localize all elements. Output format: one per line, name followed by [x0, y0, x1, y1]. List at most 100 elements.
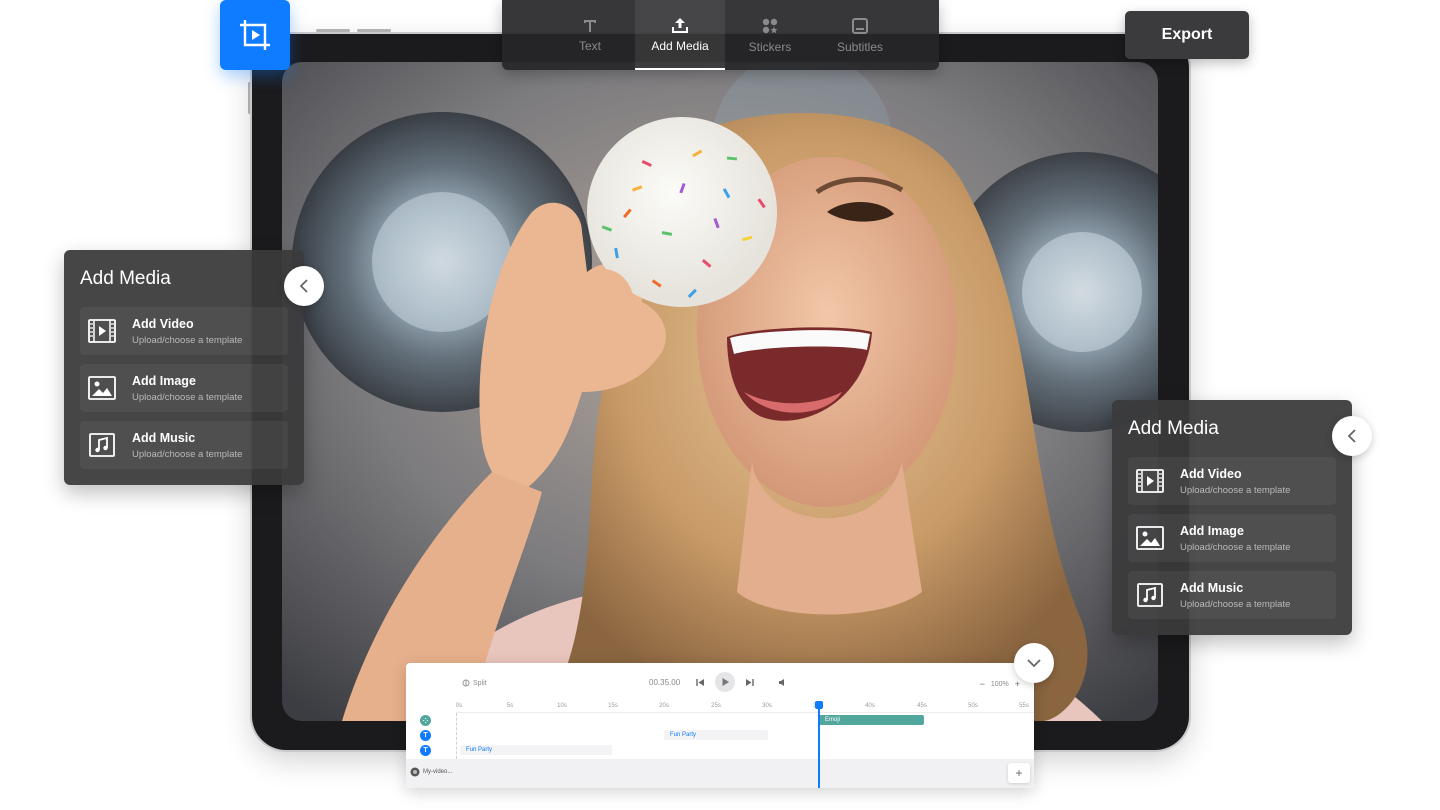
music-icon	[88, 432, 116, 458]
subtitles-icon	[852, 17, 868, 34]
ruler-tick: 25s	[711, 703, 721, 709]
item-label: Add Video	[132, 316, 194, 331]
item-label: Add Image	[132, 373, 196, 388]
timeline-panel: Split 00.35.00 − 100% + 0s 5s 10s 15s 20…	[406, 663, 1034, 788]
text-icon	[584, 19, 596, 32]
volume-icon[interactable]	[778, 678, 788, 687]
tab-text[interactable]: Text	[545, 0, 635, 70]
time-ruler: 0s 5s 10s 15s 20s 25s 30s 35s 40s 45s 50…	[456, 703, 1034, 713]
ruler-tick: 10s	[557, 703, 567, 709]
expand-timeline-button[interactable]	[1014, 643, 1054, 683]
timecode: 00.35.00	[649, 678, 681, 687]
ruler-tick: 50s	[968, 703, 978, 709]
add-video-item[interactable]: Add Video Upload/choose a template	[80, 307, 288, 355]
text-clip[interactable]: Fun Party	[664, 730, 768, 740]
playback-controls	[696, 672, 788, 692]
ruler-tick: 20s	[659, 703, 669, 709]
preview-photo	[282, 62, 1158, 721]
app-logo[interactable]	[220, 0, 290, 70]
zoom-level: 100%	[990, 680, 1009, 688]
tablet-volume-button	[357, 29, 391, 32]
item-sublabel: Upload/choose a template	[1180, 541, 1291, 553]
item-sublabel: Upload/choose a template	[1180, 598, 1291, 610]
lane-icons: ⁘ T T	[420, 715, 431, 756]
panel-title: Add Media	[1128, 418, 1219, 439]
clip-label: Emoji	[825, 717, 841, 723]
zoom-out-icon[interactable]: −	[980, 679, 985, 689]
video-track-label: My-video...	[410, 767, 452, 777]
upload-icon	[672, 17, 688, 33]
play-button[interactable]	[715, 672, 735, 692]
chevron-left-icon	[299, 279, 308, 293]
export-button[interactable]: Export	[1125, 11, 1249, 59]
text-lane-icon: T	[420, 730, 431, 741]
video-icon	[88, 318, 116, 344]
tab-label: Add Media	[651, 38, 709, 53]
record-icon	[410, 767, 420, 777]
top-toolbar: Text Add Media Stickers Subtitles	[502, 0, 939, 70]
add-music-item[interactable]: Add Music Upload/choose a template	[80, 421, 288, 469]
panel-title: Add Media	[80, 268, 171, 289]
lane-divider	[456, 713, 457, 759]
clip-label: Fun Party	[466, 747, 493, 753]
item-label: Add Video	[1180, 466, 1242, 481]
item-label: Add Music	[1180, 580, 1244, 595]
clip-label: Fun Party	[670, 732, 697, 738]
tab-add-media[interactable]: Add Media	[635, 0, 725, 70]
plus-icon: +	[1015, 766, 1023, 780]
ruler-tick: 15s	[608, 703, 618, 709]
video-crop-icon	[240, 20, 270, 50]
tab-label: Stickers	[748, 39, 792, 54]
video-track[interactable]	[406, 759, 1034, 788]
playhead-handle[interactable]	[815, 701, 823, 709]
chevron-down-icon	[1027, 659, 1041, 668]
collapse-panel-button[interactable]	[1332, 416, 1372, 456]
zoom-in-icon[interactable]: +	[1015, 679, 1020, 689]
item-sublabel: Upload/choose a template	[1180, 484, 1291, 496]
image-icon	[88, 375, 116, 401]
add-music-item[interactable]: Add Music Upload/choose a template	[1128, 571, 1336, 619]
item-label: Add Image	[1180, 523, 1244, 538]
video-icon	[1136, 468, 1164, 494]
add-track-button[interactable]: +	[1008, 763, 1030, 783]
playhead[interactable]	[818, 703, 820, 788]
split-button[interactable]: Split	[462, 679, 487, 687]
tablet-volume-button	[316, 29, 350, 32]
zoom-control: − 100% +	[980, 679, 1020, 689]
emoji-clip[interactable]: Emoji	[819, 715, 924, 725]
collapse-panel-button[interactable]	[284, 266, 324, 306]
item-label: Add Music	[132, 430, 196, 445]
add-video-item[interactable]: Add Video Upload/choose a template	[1128, 457, 1336, 505]
tab-label: Subtitles	[836, 39, 884, 54]
ruler-tick: 30s	[762, 703, 772, 709]
item-sublabel: Upload/choose a template	[132, 334, 243, 346]
add-media-panel: Add Media Add Video Upload/choose a temp…	[1112, 400, 1352, 635]
add-media-panel: Add Media Add Video Upload/choose a temp…	[64, 250, 304, 485]
ruler-tick: 40s	[865, 703, 875, 709]
tablet-side-button	[248, 82, 251, 114]
video-preview	[282, 62, 1158, 721]
tab-subtitles[interactable]: Subtitles	[815, 0, 905, 70]
chevron-left-icon	[1347, 429, 1356, 443]
item-sublabel: Upload/choose a template	[132, 448, 243, 460]
text-lane-icon: T	[420, 745, 431, 756]
add-image-item[interactable]: Add Image Upload/choose a template	[80, 364, 288, 412]
item-sublabel: Upload/choose a template	[132, 391, 243, 403]
play-icon	[722, 678, 729, 686]
tab-stickers[interactable]: Stickers	[725, 0, 815, 70]
tab-label: Text	[578, 38, 601, 53]
skip-back-icon[interactable]	[696, 678, 705, 687]
stickers-icon	[762, 18, 778, 33]
music-icon	[1136, 582, 1164, 608]
ruler-tick: 0s	[455, 703, 463, 709]
image-icon	[1136, 525, 1164, 551]
track-name: My-video...	[423, 769, 453, 775]
sticker-lane-icon: ⁘	[420, 715, 431, 726]
add-image-item[interactable]: Add Image Upload/choose a template	[1128, 514, 1336, 562]
ruler-tick: 45s	[917, 703, 927, 709]
ruler-tick: 5s	[506, 703, 514, 709]
skip-forward-icon[interactable]	[745, 678, 754, 687]
text-clip[interactable]: Fun Party	[460, 745, 612, 755]
ruler-tick: 55s	[1019, 703, 1029, 709]
split-icon	[462, 679, 470, 687]
